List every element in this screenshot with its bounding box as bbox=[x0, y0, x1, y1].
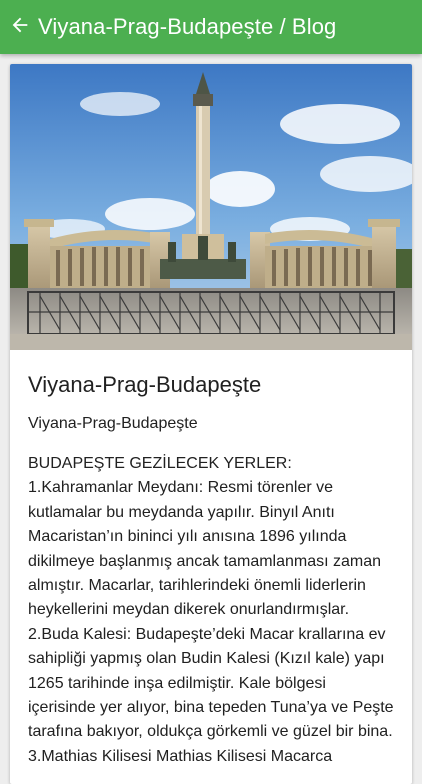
blog-post-card: Viyana-Prag-Budapeşte Viyana-Prag-Budape… bbox=[10, 64, 412, 784]
post-content: BUDAPEŞTE GEZİLECEK YERLER: 1.Kahramanla… bbox=[28, 455, 406, 765]
back-button[interactable] bbox=[2, 0, 38, 54]
post-body: Viyana-Prag-Budapeşte Viyana-Prag-Budape… bbox=[10, 370, 412, 769]
post-subtitle: Viyana-Prag-Budapeşte bbox=[28, 415, 198, 432]
arrow-left-icon bbox=[9, 14, 31, 41]
post-title: Viyana-Prag-Budapeşte bbox=[28, 372, 262, 397]
app-bar-title: Viyana-Prag-Budapeşte / Blog bbox=[38, 14, 337, 39]
app-bar: Viyana-Prag-Budapeşte / Blog bbox=[0, 0, 422, 54]
post-hero-image bbox=[10, 64, 412, 350]
